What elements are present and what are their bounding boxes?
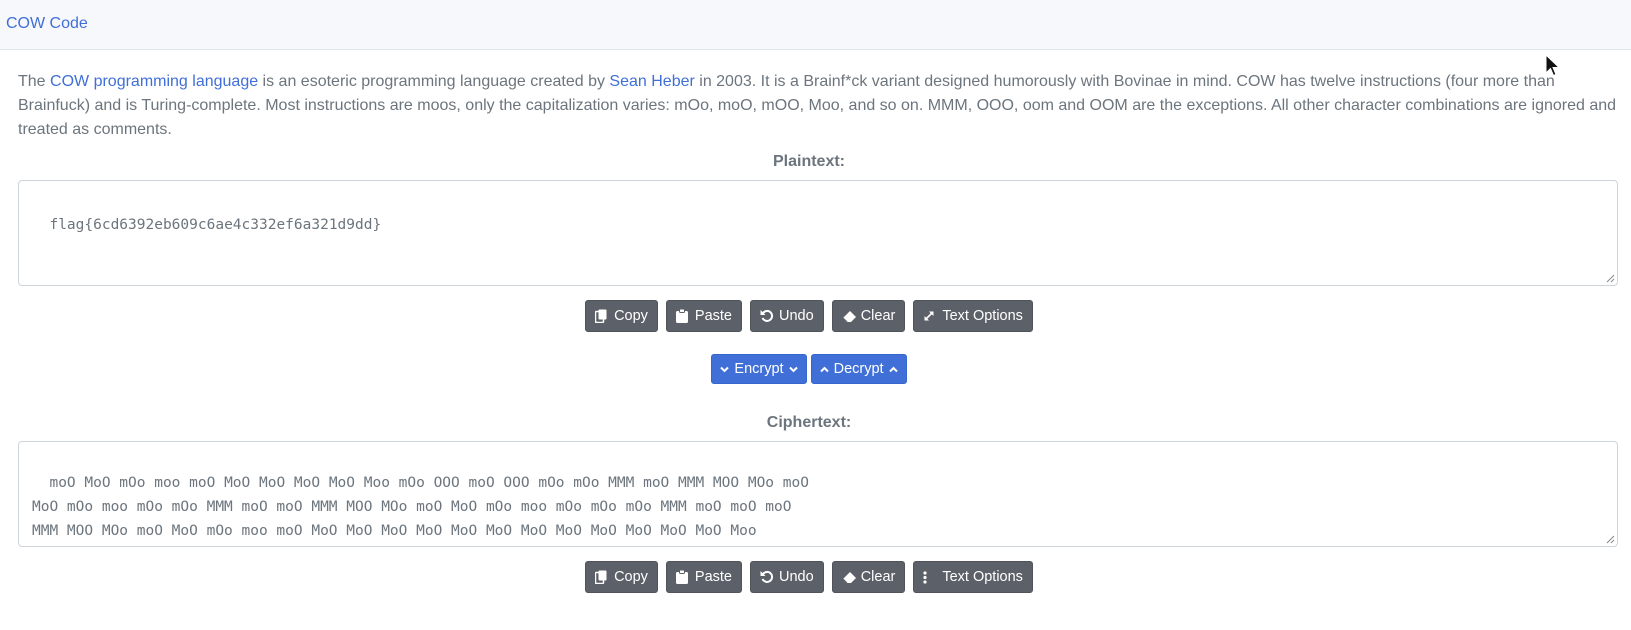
undo-icon (760, 570, 774, 584)
ciphertext-undo-button[interactable]: Undo (750, 561, 824, 593)
plaintext-clear-button[interactable]: Clear (831, 300, 906, 332)
clipboard-icon (675, 570, 690, 584)
eraser-icon (842, 310, 856, 323)
ciphertext-value: moO MoO mOo moo moO MoO MoO MoO MoO Moo … (32, 475, 809, 539)
ciphertext-paste-button[interactable]: Paste (665, 561, 743, 593)
plaintext-copy-button[interactable]: Copy (585, 300, 658, 332)
ciphertext-clear-button[interactable]: Clear (831, 561, 906, 593)
chevron-up-icon (888, 366, 898, 373)
encrypt-decrypt-row: Encrypt Decrypt (0, 354, 1618, 384)
ciphertext-textarea[interactable]: moO MoO mOo moo moO MoO MoO MoO MoO Moo … (18, 441, 1618, 547)
chevron-down-icon (788, 366, 798, 373)
copy-icon (595, 309, 609, 323)
plaintext-button-row: Copy Paste Undo Clear Text Options (0, 300, 1618, 332)
resize-grip-icon[interactable] (1605, 273, 1615, 283)
expand-arrows-icon (923, 310, 937, 322)
clipboard-icon (675, 309, 690, 323)
undo-icon (760, 309, 774, 323)
sean-heber-link[interactable]: Sean Heber (609, 73, 694, 90)
plaintext-value: flag{6cd6392eb609c6ae4c332ef6a321d9dd} (49, 217, 382, 233)
eraser-icon (842, 571, 856, 584)
chevron-down-icon (720, 366, 730, 373)
ciphertext-copy-button[interactable]: Copy (585, 561, 658, 593)
cow-language-link[interactable]: COW programming language (50, 73, 258, 90)
vertical-dots-icon (923, 570, 937, 584)
plaintext-text-options-button[interactable]: Text Options (913, 300, 1033, 332)
description-paragraph: The COW programming language is an esote… (18, 73, 1617, 138)
copy-icon (595, 570, 609, 584)
plaintext-undo-button[interactable]: Undo (750, 300, 824, 332)
decrypt-button[interactable]: Decrypt (810, 354, 907, 384)
plaintext-label: Plaintext: (772, 153, 845, 170)
chevron-up-icon (819, 366, 829, 373)
ciphertext-button-row: Copy Paste Undo Clear Text Options (0, 561, 1618, 593)
plaintext-textarea[interactable]: flag{6cd6392eb609c6ae4c332ef6a321d9dd} (18, 180, 1618, 286)
header-title[interactable]: COW Code (6, 15, 88, 33)
resize-grip-icon[interactable] (1605, 534, 1615, 544)
encrypt-button[interactable]: Encrypt (711, 354, 807, 384)
page-header: COW Code (0, 0, 1631, 50)
ciphertext-label: Ciphertext: (766, 414, 852, 431)
plaintext-paste-button[interactable]: Paste (665, 300, 743, 332)
ciphertext-text-options-button[interactable]: Text Options (913, 561, 1033, 593)
